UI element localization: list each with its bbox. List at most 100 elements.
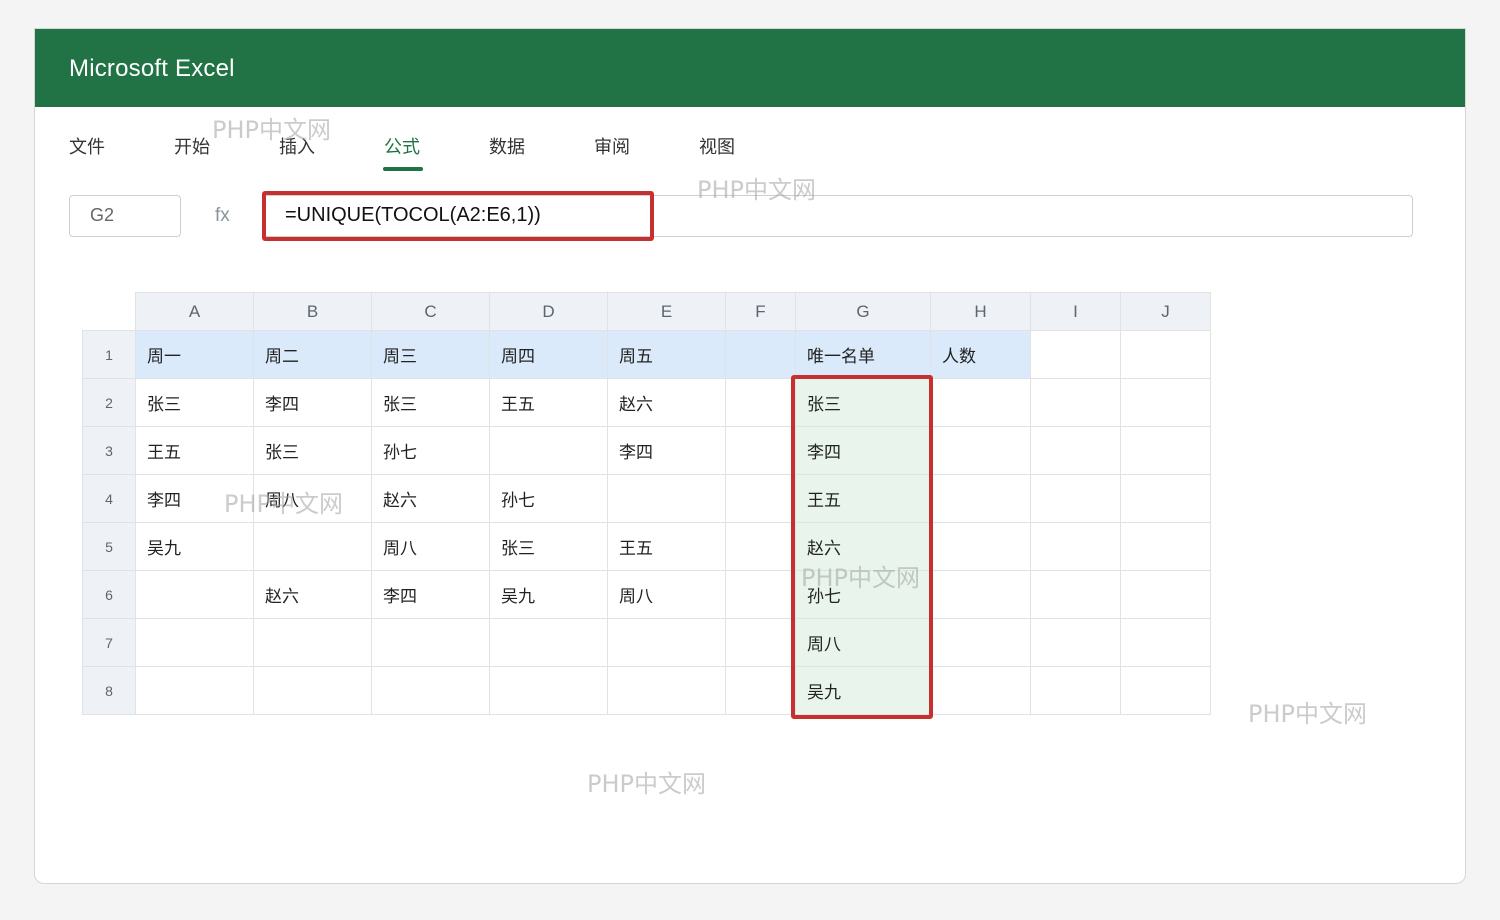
cell-d8[interactable] (489, 666, 608, 715)
cell-a7[interactable] (135, 618, 254, 667)
cell-e7[interactable] (607, 618, 726, 667)
cell-i7[interactable] (1030, 618, 1121, 667)
row-header[interactable]: 4 (82, 474, 136, 523)
cell-b5[interactable] (253, 522, 372, 571)
cell-j2[interactable] (1120, 378, 1211, 427)
cell-j6[interactable] (1120, 570, 1211, 619)
cell-h2[interactable] (930, 378, 1031, 427)
cell-a2[interactable]: 张三 (135, 378, 254, 427)
cell-a5[interactable]: 吴九 (135, 522, 254, 571)
cell-b3[interactable]: 张三 (253, 426, 372, 475)
row-header[interactable]: 2 (82, 378, 136, 427)
cell-i5[interactable] (1030, 522, 1121, 571)
cell-c8[interactable] (371, 666, 490, 715)
column-header-a[interactable]: A (135, 292, 254, 331)
column-header-g[interactable]: G (795, 292, 931, 331)
cell-g2[interactable]: 张三 (795, 378, 931, 427)
cell-e6[interactable]: 周八 (607, 570, 726, 619)
column-header-e[interactable]: E (607, 292, 726, 331)
cell-d5[interactable]: 张三 (489, 522, 608, 571)
cell-f7[interactable] (725, 618, 796, 667)
cell-j5[interactable] (1120, 522, 1211, 571)
column-header-h[interactable]: H (930, 292, 1031, 331)
cell-f3[interactable] (725, 426, 796, 475)
cell-i4[interactable] (1030, 474, 1121, 523)
cell-g6[interactable]: 孙七 (795, 570, 931, 619)
cell-b8[interactable] (253, 666, 372, 715)
cell-a3[interactable]: 王五 (135, 426, 254, 475)
tab-formulas[interactable]: 公式 (384, 133, 420, 159)
cell-d4[interactable]: 孙七 (489, 474, 608, 523)
name-box[interactable]: G2 (69, 195, 181, 237)
select-all-corner[interactable] (82, 292, 136, 331)
cell-f8[interactable] (725, 666, 796, 715)
cell-e1[interactable]: 周五 (607, 330, 726, 379)
row-header[interactable]: 8 (82, 666, 136, 715)
cell-d3[interactable] (489, 426, 608, 475)
cell-j1[interactable] (1120, 330, 1211, 379)
cell-c1[interactable]: 周三 (371, 330, 490, 379)
tab-home[interactable]: 开始 (174, 133, 210, 159)
row-header[interactable]: 3 (82, 426, 136, 475)
cell-c6[interactable]: 李四 (371, 570, 490, 619)
cell-g8[interactable]: 吴九 (795, 666, 931, 715)
row-header[interactable]: 7 (82, 618, 136, 667)
cell-f4[interactable] (725, 474, 796, 523)
cell-i8[interactable] (1030, 666, 1121, 715)
tab-view[interactable]: 视图 (699, 133, 735, 159)
cell-c7[interactable] (371, 618, 490, 667)
cell-h8[interactable] (930, 666, 1031, 715)
cell-j7[interactable] (1120, 618, 1211, 667)
cell-h7[interactable] (930, 618, 1031, 667)
cell-c2[interactable]: 张三 (371, 378, 490, 427)
cell-b2[interactable]: 李四 (253, 378, 372, 427)
cell-h3[interactable] (930, 426, 1031, 475)
cell-c5[interactable]: 周八 (371, 522, 490, 571)
cell-e8[interactable] (607, 666, 726, 715)
cell-h6[interactable] (930, 570, 1031, 619)
cell-g1[interactable]: 唯一名单 (795, 330, 931, 379)
cell-f5[interactable] (725, 522, 796, 571)
cell-a6[interactable] (135, 570, 254, 619)
cell-a4[interactable]: 李四 (135, 474, 254, 523)
column-header-d[interactable]: D (489, 292, 608, 331)
cell-e4[interactable] (607, 474, 726, 523)
cell-i1[interactable] (1030, 330, 1121, 379)
cell-d1[interactable]: 周四 (489, 330, 608, 379)
row-header[interactable]: 1 (82, 330, 136, 379)
cell-e2[interactable]: 赵六 (607, 378, 726, 427)
cell-b7[interactable] (253, 618, 372, 667)
column-header-f[interactable]: F (725, 292, 796, 331)
cell-d6[interactable]: 吴九 (489, 570, 608, 619)
column-header-j[interactable]: J (1120, 292, 1211, 331)
cell-f6[interactable] (725, 570, 796, 619)
cell-i3[interactable] (1030, 426, 1121, 475)
column-header-c[interactable]: C (371, 292, 490, 331)
cell-g7[interactable]: 周八 (795, 618, 931, 667)
cell-h1[interactable]: 人数 (930, 330, 1031, 379)
cell-i2[interactable] (1030, 378, 1121, 427)
cell-c4[interactable]: 赵六 (371, 474, 490, 523)
cell-a8[interactable] (135, 666, 254, 715)
tab-insert[interactable]: 插入 (279, 133, 315, 159)
cell-e3[interactable]: 李四 (607, 426, 726, 475)
cell-f1[interactable] (725, 330, 796, 379)
cell-j8[interactable] (1120, 666, 1211, 715)
cell-b6[interactable]: 赵六 (253, 570, 372, 619)
cell-g3[interactable]: 李四 (795, 426, 931, 475)
tab-data[interactable]: 数据 (489, 133, 525, 159)
cell-d7[interactable] (489, 618, 608, 667)
row-header[interactable]: 5 (82, 522, 136, 571)
cell-b1[interactable]: 周二 (253, 330, 372, 379)
tab-review[interactable]: 审阅 (594, 133, 630, 159)
column-header-b[interactable]: B (253, 292, 372, 331)
cell-j3[interactable] (1120, 426, 1211, 475)
cell-h5[interactable] (930, 522, 1031, 571)
cell-g4[interactable]: 王五 (795, 474, 931, 523)
cell-h4[interactable] (930, 474, 1031, 523)
column-header-i[interactable]: I (1030, 292, 1121, 331)
cell-b4[interactable]: 周八 (253, 474, 372, 523)
cell-g5[interactable]: 赵六 (795, 522, 931, 571)
cell-e5[interactable]: 王五 (607, 522, 726, 571)
cell-j4[interactable] (1120, 474, 1211, 523)
